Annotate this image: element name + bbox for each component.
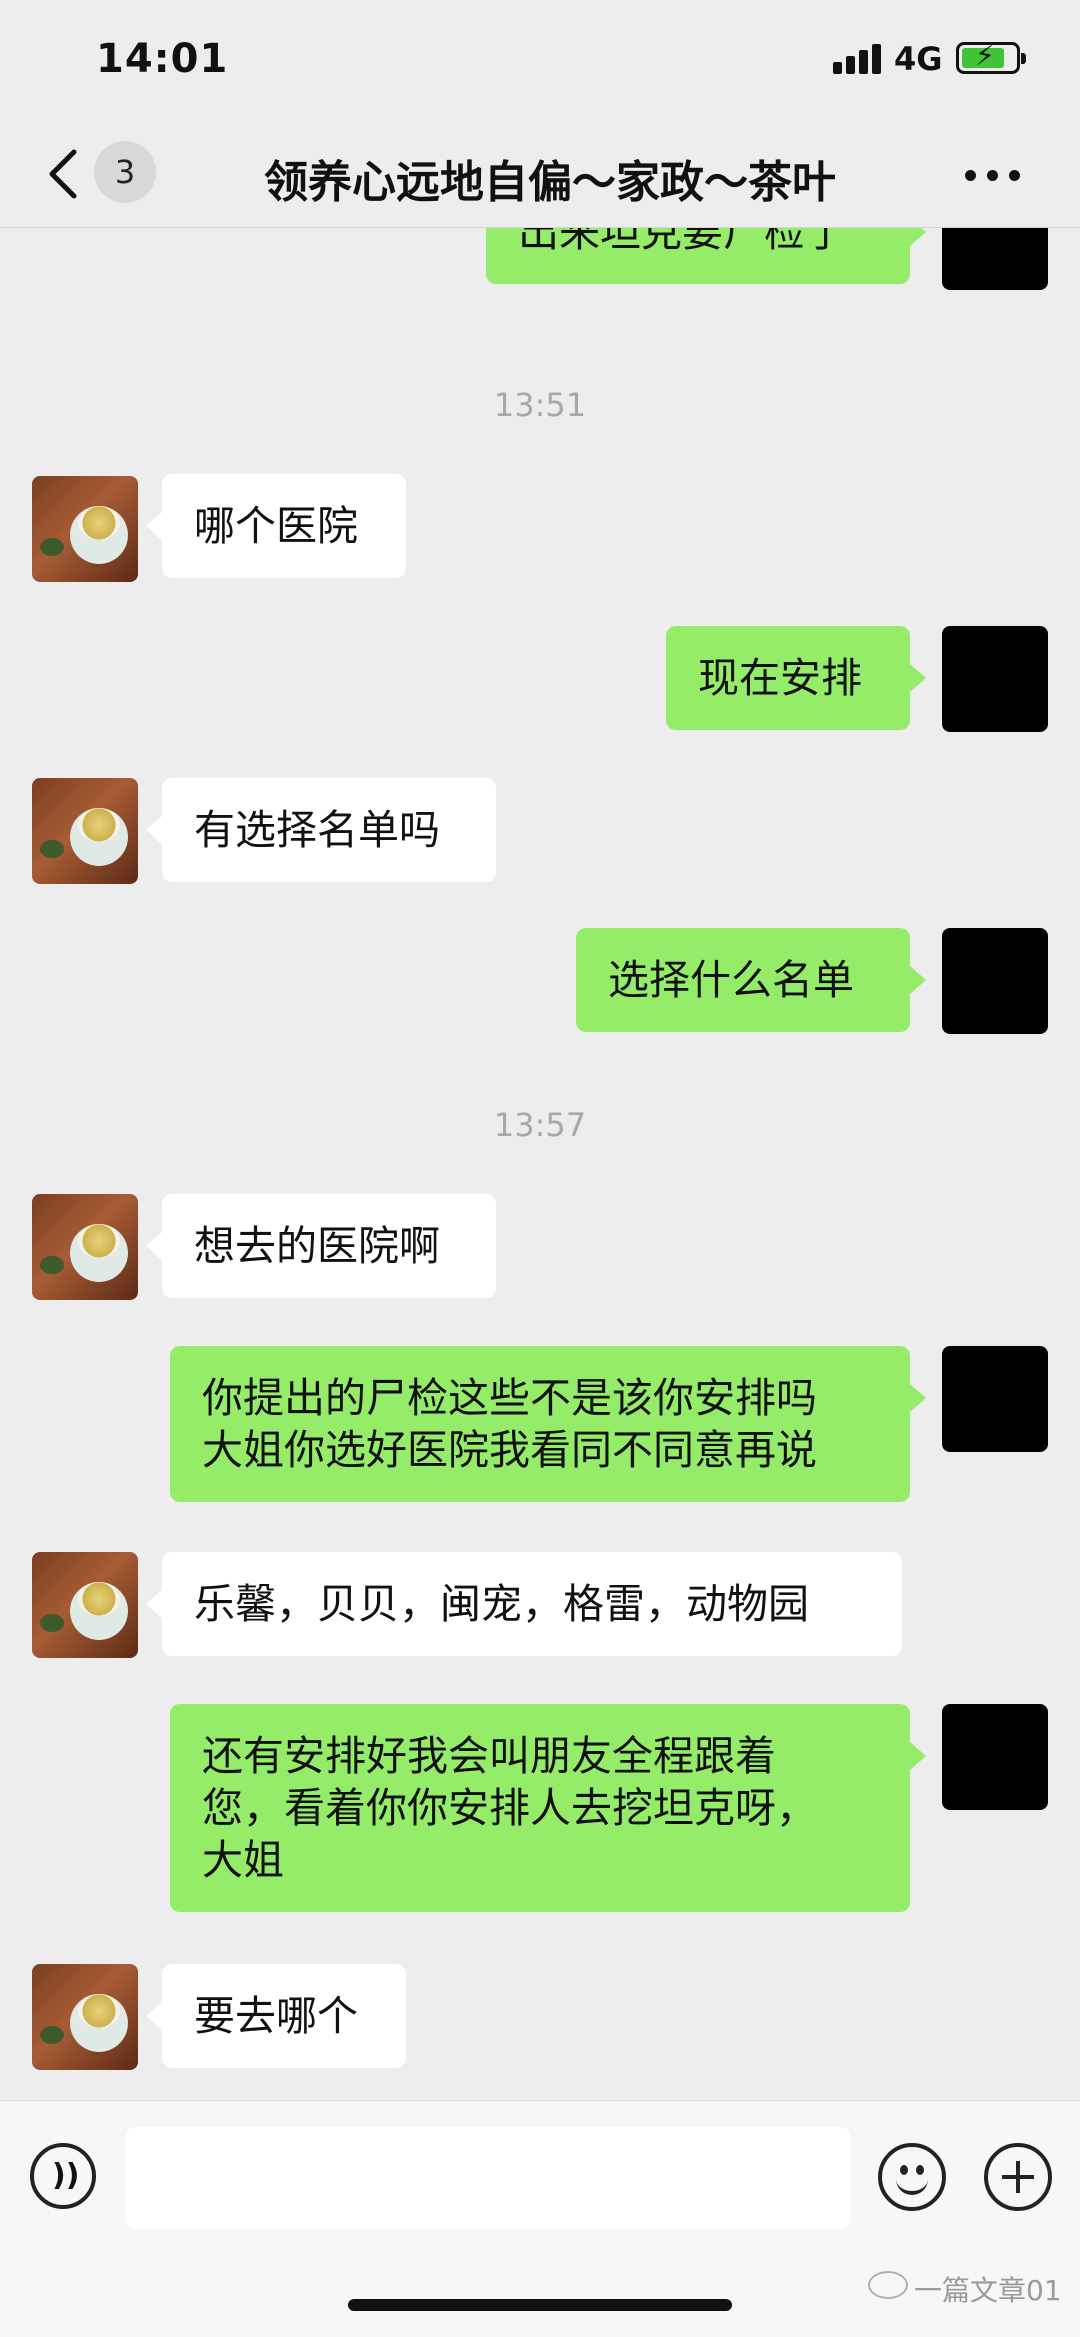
message-timestamp: 13:51 (493, 386, 587, 424)
status-bar: 14:01 4G ⚡ (0, 0, 1080, 118)
message-input[interactable] (126, 2127, 850, 2229)
received-message-bubble[interactable]: 想去的医院啊 (146, 1194, 496, 1298)
contact-avatar[interactable] (32, 1964, 138, 2070)
watermark: 一篇文章01 (914, 2274, 1062, 2307)
battery-charging-icon: ⚡ (956, 39, 1026, 74)
chat-header: 3 领养心远地自偏～家政～茶叶 (0, 118, 1080, 228)
plus-button[interactable] (984, 2143, 1052, 2211)
contact-avatar[interactable] (32, 1552, 138, 1658)
message-timestamp: 13:57 (493, 1106, 587, 1144)
status-time: 14:01 (96, 36, 229, 82)
chevron-left-icon (49, 149, 77, 199)
my-avatar[interactable] (942, 1704, 1048, 1810)
sent-message-bubble[interactable]: 现在安排 (666, 626, 926, 730)
emoji-icon (900, 2165, 908, 2175)
contact-avatar[interactable] (32, 476, 138, 582)
my-avatar[interactable] (942, 228, 1048, 290)
message-text: 乐馨，贝贝，闽宠，格雷，动物园 (194, 1580, 809, 1628)
message-text: 你提出的尸检这些不是该你安排吗 (202, 1374, 817, 1422)
back-button[interactable] (40, 144, 90, 204)
received-message-bubble[interactable]: 哪个医院 (146, 474, 406, 578)
chat-title: 领养心远地自偏～家政～茶叶 (264, 157, 836, 208)
signal-icon (833, 44, 881, 74)
contact-avatar[interactable] (32, 1194, 138, 1300)
message-text: 出来坦克要尸检了 (518, 228, 846, 256)
message-text: 选择什么名单 (608, 956, 854, 1004)
sent-message-bubble[interactable]: 选择什么名单 (576, 928, 926, 1032)
emoji-button[interactable] (878, 2143, 946, 2211)
wechat-logo-icon (868, 2271, 908, 2299)
received-message-bubble[interactable]: 有选择名单吗 (146, 778, 496, 882)
home-indicator[interactable] (348, 2299, 732, 2311)
unread-count-badge[interactable]: 3 (94, 141, 156, 203)
message-text: 要去哪个 (194, 1992, 358, 2040)
message-text: 有选择名单吗 (194, 806, 440, 854)
more-dots-icon (965, 170, 976, 181)
voice-button[interactable]: )) (30, 2143, 96, 2209)
received-message-bubble[interactable]: 乐馨，贝贝，闽宠，格雷，动物园 (146, 1552, 902, 1656)
my-avatar[interactable] (942, 928, 1048, 1034)
sent-message-bubble[interactable]: 出来坦克要尸检了 (486, 228, 926, 284)
message-text: 想去的医院啊 (194, 1222, 440, 1270)
my-avatar[interactable] (942, 626, 1048, 732)
message-text: 现在安排 (698, 654, 862, 702)
contact-avatar[interactable] (32, 778, 138, 884)
received-message-bubble[interactable]: 要去哪个 (146, 1964, 406, 2068)
network-type: 4G (894, 40, 943, 78)
sent-message-bubble[interactable]: 你提出的尸检这些不是该你安排吗 大姐你选好医院我看同不同意再说 (170, 1346, 926, 1502)
message-list[interactable]: 出来坦克要尸检了 13:51 哪个医院 现在安排 有选择名单吗 选择什么名单 1… (0, 228, 1080, 2100)
input-bar: )) 一篇文章01 (0, 2100, 1080, 2337)
message-text: 大姐你选好医院我看同不同意再说 (202, 1426, 817, 1474)
message-text: 哪个医院 (194, 502, 358, 550)
message-text: 您，看着你你安排人去挖坦克呀， (202, 1784, 817, 1832)
message-text: 还有安排好我会叫朋友全程跟着 (202, 1732, 776, 1780)
sent-message-bubble[interactable]: 还有安排好我会叫朋友全程跟着 您，看着你你安排人去挖坦克呀， 大姐 (170, 1704, 926, 1912)
more-button[interactable] (965, 166, 1025, 182)
voice-icon: )) (52, 2158, 80, 2193)
my-avatar[interactable] (942, 1346, 1048, 1452)
message-text: 大姐 (202, 1836, 284, 1884)
